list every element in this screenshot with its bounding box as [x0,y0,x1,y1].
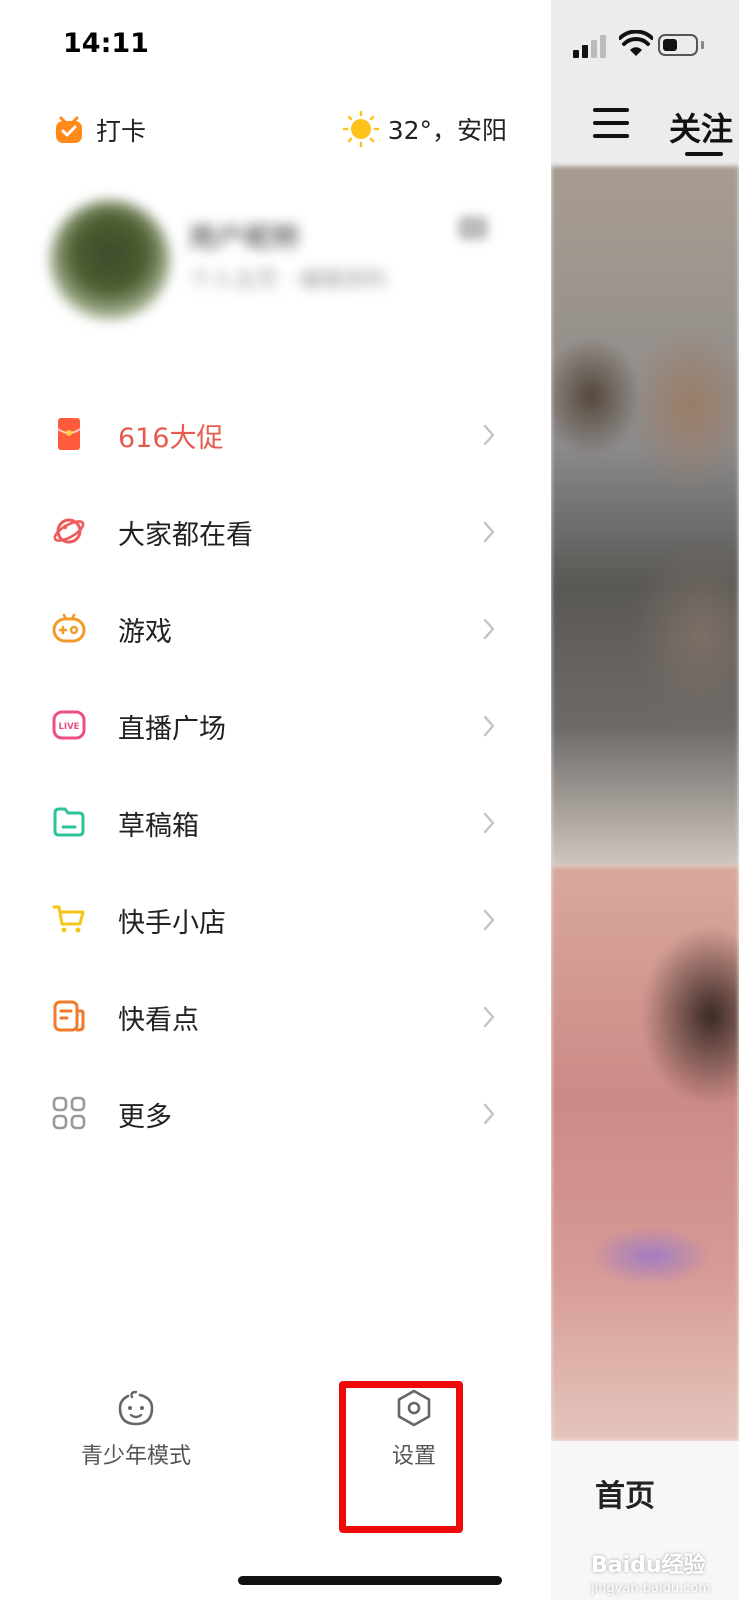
menu-item-616-promo[interactable]: 616大促 [0,386,551,483]
feed-card[interactable] [551,166,739,866]
menu-item-shop[interactable]: 快手小店 [0,871,551,968]
menu-item-games[interactable]: 游戏 [0,580,551,677]
watermark-url: jingyan.baidu.com [591,1581,711,1596]
battery-icon [658,34,698,56]
tab-home[interactable]: 首页 [595,1471,655,1515]
tab-follow[interactable]: 关注 [669,104,733,150]
avatar[interactable] [50,200,170,320]
watermark-text: Baidu经验 [591,1553,706,1578]
chevron-right-icon [483,618,495,640]
youth-mode-button[interactable]: 青少年模式 [74,1388,198,1470]
chevron-right-icon [483,521,495,543]
weather-widget[interactable]: 32°，安阳 [342,110,507,148]
checkin-button[interactable]: 打卡 [54,112,146,148]
profile-extra-icon[interactable] [458,216,488,240]
home-indicator[interactable] [238,1576,502,1585]
folder-icon [53,807,85,837]
profile-card[interactable]: 用户昵称 个人主页 · 编辑资料 [40,200,510,330]
menu-label: 快手小店 [118,908,226,939]
weather-text: 32°，安阳 [387,116,507,145]
baidu-watermark: Baidu经验 jingyan.baidu.com [591,1547,711,1596]
planet-icon [53,518,85,544]
menu-item-more[interactable]: 更多 [0,1065,551,1162]
chevron-right-icon [483,812,495,834]
grid-icon [52,1096,86,1130]
svg-text:LIVE: LIVE [59,722,80,732]
menu-item-trending[interactable]: 大家都在看 [0,483,551,580]
chevron-right-icon [483,1006,495,1028]
signal-icon [573,34,609,58]
menu-label: 草稿箱 [118,811,199,842]
menu-hamburger-icon[interactable] [593,108,629,138]
settings-highlight-box [339,1381,463,1533]
profile-subtitle: 个人主页 · 编辑资料 [190,268,387,293]
menu-label: 大家都在看 [118,520,253,551]
drawer-menu: 616大促 大家都在看 游戏 LIVE 直播广场 草稿箱 快手小店 快看点 更多 [0,386,551,1162]
main-screen: 关注 首页 Baidu经验 jingyan.baidu.com [551,0,739,1600]
status-time: 14:11 [63,28,149,59]
live-icon: LIVE [52,710,86,740]
news-icon [53,1000,85,1032]
main-tab-bar: 首页 Baidu经验 jingyan.baidu.com [551,1441,739,1600]
checkin-label: 打卡 [96,117,147,146]
menu-label: 直播广场 [118,714,226,745]
profile-name: 用户昵称 [188,221,301,254]
checkin-icon [56,116,82,143]
red-envelope-icon [57,418,81,450]
youth-mode-label: 青少年模式 [80,1444,191,1469]
chevron-right-icon [483,909,495,931]
chevron-right-icon [483,1103,495,1125]
menu-label: 快看点 [118,1005,199,1036]
cart-icon [52,905,85,933]
gamepad-icon [52,613,86,643]
menu-label: 更多 [118,1102,172,1133]
sun-icon [342,110,379,148]
youth-face-icon [118,1390,154,1426]
wifi-icon [619,30,653,56]
chevron-right-icon [483,715,495,737]
menu-item-kuaikandian[interactable]: 快看点 [0,968,551,1065]
menu-item-live-plaza[interactable]: LIVE 直播广场 [0,677,551,774]
chevron-right-icon [483,424,495,446]
battery-cap [701,41,704,49]
feed-card[interactable] [551,866,739,1441]
menu-item-drafts[interactable]: 草稿箱 [0,774,551,871]
menu-label: 游戏 [118,617,172,648]
menu-label: 616大促 [118,423,224,454]
side-drawer: 14:11 打卡 32°，安阳 用户昵称 个人主页 · 编辑资料 616大促 大… [0,0,551,1600]
tab-follow-underline [685,152,723,156]
